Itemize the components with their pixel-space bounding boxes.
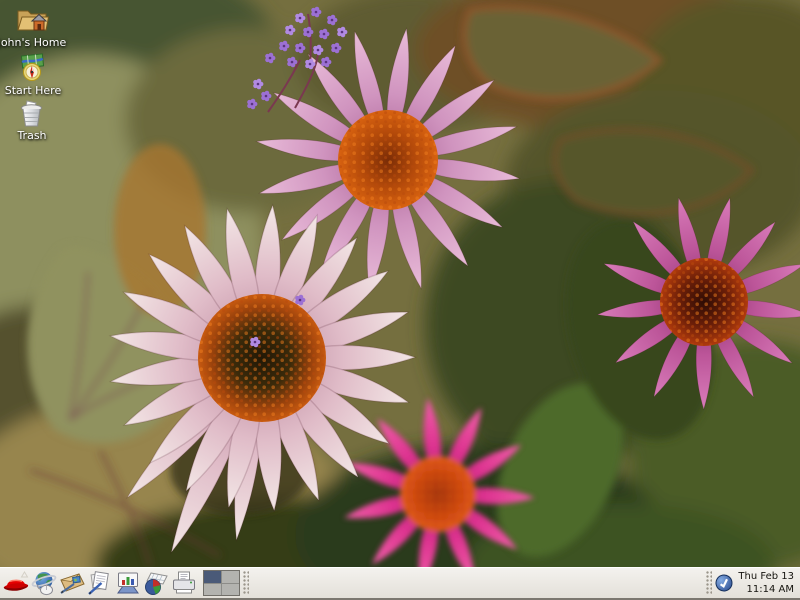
clock-date: Thu Feb 13 — [738, 570, 794, 583]
workspace-4[interactable] — [222, 584, 239, 596]
presentation-icon — [114, 569, 142, 597]
workspace-2[interactable] — [222, 571, 239, 583]
workspace-1[interactable] — [204, 571, 221, 583]
system-tray: Thu Feb 13 11:14 AM — [715, 570, 798, 596]
desktop-icon-home[interactable]: john's Home — [0, 4, 64, 48]
web-browser-icon — [30, 569, 58, 597]
clock-applet[interactable]: Thu Feb 13 11:14 AM — [738, 570, 794, 596]
desktop-icon-label: john's Home — [0, 37, 66, 48]
update-alert-icon[interactable] — [715, 574, 733, 592]
workspace-switcher[interactable] — [203, 570, 240, 596]
spreadsheet-button[interactable] — [142, 569, 170, 598]
taskbar-panel: Thu Feb 13 11:14 AM — [0, 567, 800, 600]
spreadsheet-icon — [142, 569, 170, 597]
word-processor-icon — [86, 569, 114, 597]
home-folder-icon — [15, 4, 49, 34]
desktop-icon-label: Start Here — [5, 85, 61, 96]
presentation-button[interactable] — [114, 569, 142, 598]
printer-icon — [170, 569, 198, 597]
email-icon — [58, 569, 86, 597]
desktop-icon-trash[interactable]: Trash — [0, 97, 64, 141]
red-hat-menu-icon — [2, 569, 30, 597]
print-manager-button[interactable] — [170, 569, 198, 598]
tray-drag-handle[interactable] — [706, 571, 712, 595]
trash-icon — [19, 97, 45, 127]
web-browser-button[interactable] — [30, 569, 58, 598]
workspace-3[interactable] — [204, 584, 221, 596]
desktop-icon-start-here[interactable]: Start Here — [1, 52, 65, 96]
wallpaper — [0, 0, 800, 600]
main-menu-button[interactable] — [2, 569, 30, 598]
email-button[interactable] — [58, 569, 86, 598]
desktop-icon-label: Trash — [17, 130, 46, 141]
start-here-icon — [18, 52, 48, 82]
panel-drag-handle[interactable] — [243, 571, 249, 595]
desktop: john's Home Start Here — [0, 0, 800, 600]
clock-time: 11:14 AM — [738, 583, 794, 596]
word-processor-button[interactable] — [86, 569, 114, 598]
